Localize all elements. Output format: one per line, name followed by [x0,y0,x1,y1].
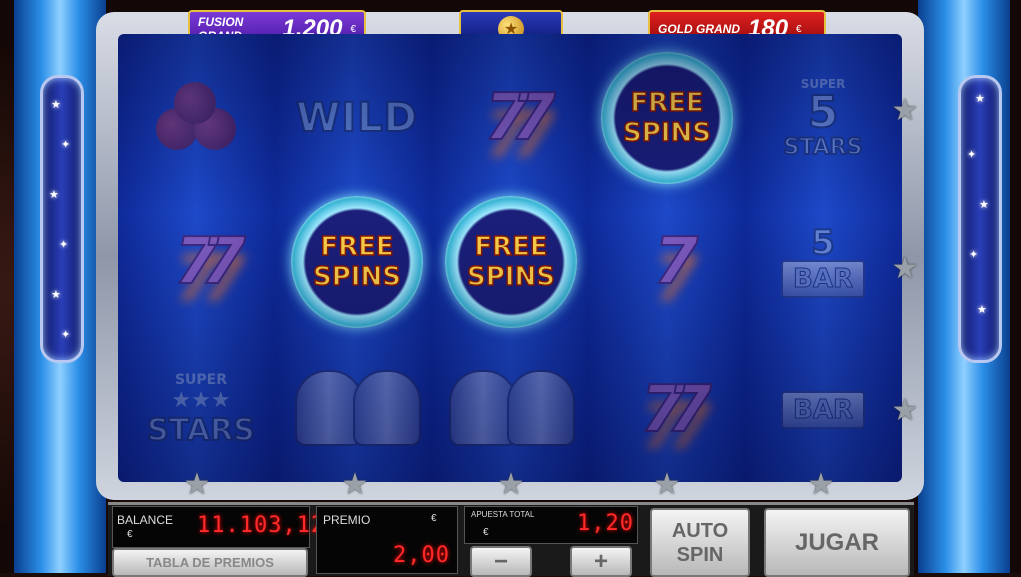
apuesta-label: APUESTA TOTAL [471,510,535,519]
symbol-sevens: 77 [592,340,742,480]
sevens-icon: 77 [639,372,712,448]
star-icon: ✦ [61,329,71,341]
symbol-bar: BAR [748,340,898,480]
symbol-cherries [126,48,276,188]
premio-value: 2,00 [393,543,450,568]
symbol-free-spins: FREE SPINS [282,192,432,332]
balance-currency: € [127,529,133,540]
autospin-line1: AUTO [671,519,729,542]
symbol-free-spins: FREE SPINS [592,48,742,188]
payline-star-icon: ★ [891,94,919,127]
jackpot-currency: € [796,23,802,35]
five-label: 5 [810,223,836,263]
right-star-tube: ★ ✦ ★ ✦ ★ [958,75,1002,363]
payline-star-icon: ★ [497,468,525,501]
bar-label: BAR [781,260,865,298]
stars-label: STARS [783,134,864,161]
star-icon: ✦ [59,239,69,251]
super-label: SUPER [174,372,228,388]
bells-icon [441,360,581,460]
balance-display: BALANCE € 11.103,12 [112,506,324,548]
prize-display: PREMIO € 2,00 [316,506,458,574]
star-icon: ★ [49,189,59,201]
star-icon: ★ [979,199,989,211]
symbol-sevens: 77 [126,192,276,332]
jackpot-currency: € [350,23,356,35]
sevens-icon: 77 [173,224,246,300]
bar-label: BAR [781,391,865,429]
decrease-bet-button[interactable]: − [470,546,532,577]
autospin-line2: SPIN [676,543,724,566]
star-icon: ✦ [967,149,977,161]
star-icon: ★ [977,304,987,316]
left-star-tube: ★ ✦ ★ ✦ ★ ✦ [40,75,84,363]
spins-label: SPINS [466,261,555,293]
payline-star-icon: ★ [891,252,919,285]
symbol-super-5-stars: SUPER 5 STARS [748,48,898,188]
star-icon: ★ [51,289,61,301]
spins-label: SPINS [312,261,401,293]
balance-label: BALANCE [117,513,174,527]
stars-icon: ★★★ [171,388,231,413]
play-button[interactable]: JUGAR [764,508,910,577]
stars-label: STARS [146,412,256,449]
payline-star-icon: ★ [807,468,835,501]
wild-label: WILD [295,94,418,142]
payline-star-icon: ★ [653,468,681,501]
star-icon: ★ [975,93,985,105]
payline-star-icon: ★ [183,468,211,501]
free-label: FREE [630,87,705,119]
payline-star-icon: ★ [891,394,919,427]
total-bet-display: APUESTA TOTAL € 1,20 [464,506,638,544]
sevens-icon: 77 [483,80,556,156]
five-label: 5 [807,86,840,138]
symbol-bells [436,340,586,480]
apuesta-currency: € [483,527,489,538]
star-icon: ✦ [969,249,979,261]
free-spins-badge: FREE SPINS [445,196,577,328]
symbol-sevens: 77 [436,48,586,188]
free-label: FREE [474,231,549,263]
symbol-wild: WILD [282,48,432,188]
star-icon: ★ [51,99,61,111]
reel-grid: 77 SUPER ★★★ STARS WILD FREE SPINS 77 FR… [118,34,902,482]
increase-bet-button[interactable]: + [570,546,632,577]
super-label: SUPER [800,76,846,91]
seven-icon: 7 [653,224,699,300]
symbol-5-bar: 5 BAR [748,192,898,332]
symbol-free-spins: FREE SPINS [436,192,586,332]
symbol-super-stars: SUPER ★★★ STARS [126,340,276,480]
cherries-icon [146,68,256,168]
free-spins-badge: FREE SPINS [291,196,423,328]
bells-icon [287,360,427,460]
autospin-button[interactable]: AUTO SPIN [650,508,750,577]
premio-label: PREMIO [323,513,371,527]
apuesta-value: 1,20 [577,511,634,536]
free-label: FREE [320,231,395,263]
payline-star-icon: ★ [341,468,369,501]
symbol-seven: 7 [592,192,742,332]
star-icon: ✦ [61,139,71,151]
premio-currency: € [431,513,437,524]
free-spins-badge: FREE SPINS [601,52,733,184]
balance-value: 11.103,12 [197,513,326,538]
symbol-bells [282,340,432,480]
spins-label: SPINS [622,117,711,149]
